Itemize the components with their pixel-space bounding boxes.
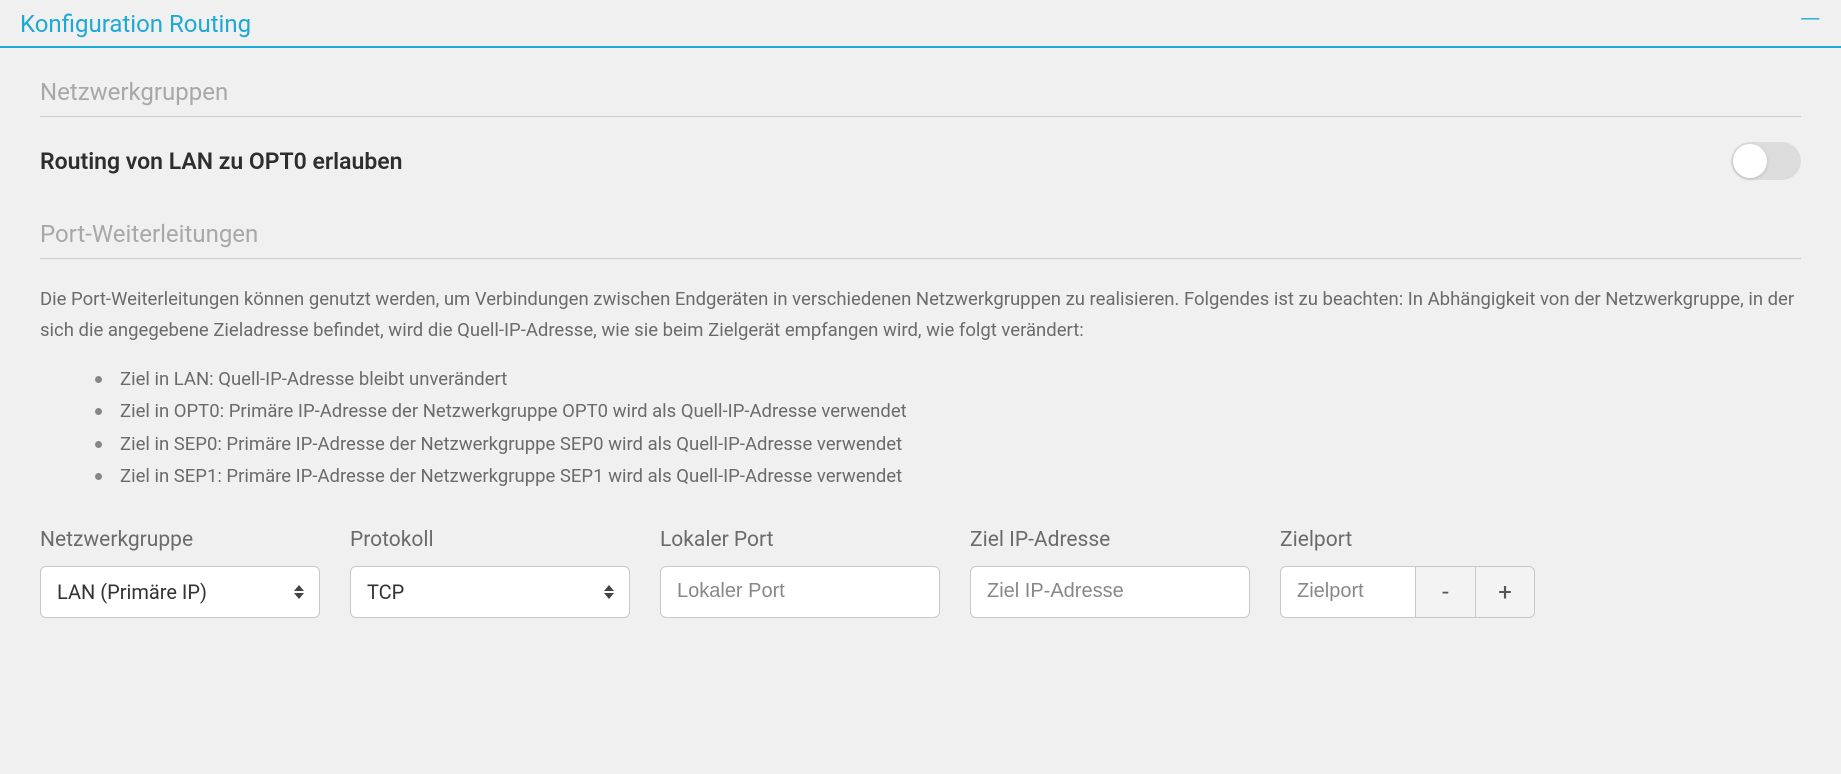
zielport-column: Zielport - + bbox=[1280, 528, 1535, 618]
netzwerkgruppe-value: LAN (Primäre IP) bbox=[57, 580, 207, 604]
protokoll-column: Protokoll TCP bbox=[350, 528, 630, 618]
routing-toggle-row: Routing von LAN zu OPT0 erlauben bbox=[40, 142, 1801, 180]
list-item: Ziel in SEP1: Primäre IP-Adresse der Net… bbox=[95, 460, 1801, 492]
list-item: Ziel in SEP0: Primäre IP-Adresse der Net… bbox=[95, 428, 1801, 460]
panel-title: Konfiguration Routing bbox=[20, 10, 251, 38]
lokaler-port-label: Lokaler Port bbox=[660, 528, 940, 552]
protokoll-select[interactable]: TCP bbox=[350, 566, 630, 618]
panel-header: Konfiguration Routing — bbox=[0, 0, 1841, 48]
routing-toggle-label: Routing von LAN zu OPT0 erlauben bbox=[40, 148, 403, 175]
lokaler-port-column: Lokaler Port bbox=[660, 528, 940, 618]
rules-list: Ziel in LAN: Quell-IP-Adresse bleibt unv… bbox=[40, 363, 1801, 493]
section-netzwerkgruppen-heading: Netzwerkgruppen bbox=[40, 78, 1801, 117]
routing-toggle[interactable] bbox=[1731, 142, 1801, 180]
netzwerkgruppe-label: Netzwerkgruppe bbox=[40, 528, 320, 552]
port-forwarding-description: Die Port-Weiterleitungen können genutzt … bbox=[40, 284, 1801, 345]
protokoll-value: TCP bbox=[367, 580, 404, 604]
netzwerkgruppe-select-wrap: LAN (Primäre IP) bbox=[40, 566, 320, 618]
netzwerkgruppe-select[interactable]: LAN (Primäre IP) bbox=[40, 566, 320, 618]
zielport-label: Zielport bbox=[1280, 528, 1535, 552]
protokoll-select-wrap: TCP bbox=[350, 566, 630, 618]
section-portweiterleitungen-heading: Port-Weiterleitungen bbox=[40, 220, 1801, 259]
panel-body: Netzwerkgruppen Routing von LAN zu OPT0 … bbox=[0, 48, 1841, 648]
list-item: Ziel in LAN: Quell-IP-Adresse bleibt unv… bbox=[95, 363, 1801, 395]
netzwerkgruppe-column: Netzwerkgruppe LAN (Primäre IP) bbox=[40, 528, 320, 618]
zielport-group: - + bbox=[1280, 566, 1535, 618]
zielport-input[interactable] bbox=[1280, 566, 1415, 618]
add-row-button[interactable]: + bbox=[1475, 566, 1535, 618]
port-forwarding-form-row: Netzwerkgruppe LAN (Primäre IP) Protokol… bbox=[40, 528, 1801, 618]
routing-config-panel: Konfiguration Routing — Netzwerkgruppen … bbox=[0, 0, 1841, 648]
remove-row-button[interactable]: - bbox=[1415, 566, 1475, 618]
collapse-icon[interactable]: — bbox=[1799, 13, 1821, 35]
toggle-knob bbox=[1733, 144, 1767, 178]
lokaler-port-input[interactable] bbox=[660, 566, 940, 618]
protokoll-label: Protokoll bbox=[350, 528, 630, 552]
ziel-ip-column: Ziel IP-Adresse bbox=[970, 528, 1250, 618]
ziel-ip-input[interactable] bbox=[970, 566, 1250, 618]
ziel-ip-label: Ziel IP-Adresse bbox=[970, 528, 1250, 552]
list-item: Ziel in OPT0: Primäre IP-Adresse der Net… bbox=[95, 395, 1801, 427]
